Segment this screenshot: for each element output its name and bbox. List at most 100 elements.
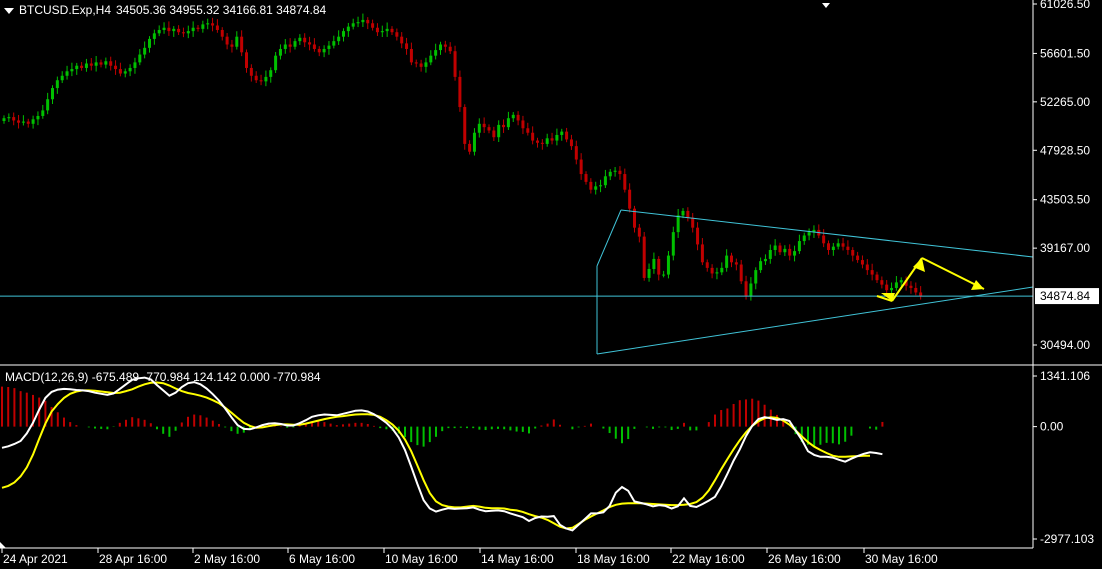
candle-body xyxy=(109,61,113,66)
time-tick-label: 30 May 16:00 xyxy=(865,552,938,566)
candle-body xyxy=(768,250,772,259)
price-tick-label: 43503.50 xyxy=(1040,193,1090,207)
candle-body xyxy=(875,274,879,281)
candle-body xyxy=(196,27,200,29)
candle-body xyxy=(429,55,433,63)
candle-body xyxy=(409,48,413,63)
candle-body xyxy=(235,36,239,47)
time-tick-label: 2 May 16:00 xyxy=(194,552,260,566)
candle-body xyxy=(870,270,874,275)
time-tick-label: 26 May 16:00 xyxy=(768,552,841,566)
candle-body xyxy=(671,232,675,256)
candle-body xyxy=(215,25,219,30)
candle-body xyxy=(293,41,297,47)
time-tick-label: 6 May 16:00 xyxy=(289,552,355,566)
candle-body xyxy=(380,31,384,33)
candle-body xyxy=(230,44,234,47)
candle-body xyxy=(502,124,506,128)
candle-body xyxy=(730,255,733,263)
candle-body xyxy=(419,63,423,67)
candle-body xyxy=(778,245,782,253)
ohlc-label: 34505.36 34955.32 34166.81 34874.84 xyxy=(116,3,327,17)
time-axis: 24 Apr 2021 28 Apr 16:00 2 May 16:00 6 May … xyxy=(1,548,938,566)
candle-body xyxy=(506,118,510,128)
candle-body xyxy=(603,176,607,186)
candle-body xyxy=(424,62,428,67)
candle-body xyxy=(797,241,801,252)
candle-body xyxy=(36,115,40,120)
candle-body xyxy=(21,121,25,123)
candle-body xyxy=(463,107,467,144)
candle-body xyxy=(46,99,50,111)
candle-body xyxy=(628,189,632,209)
candle-body xyxy=(841,243,845,247)
candle-body xyxy=(477,123,481,133)
candle-body xyxy=(657,258,661,275)
time-tick-label: 24 Apr 2021 xyxy=(3,552,68,566)
candle-body xyxy=(899,280,903,283)
candle-body xyxy=(308,42,312,45)
price-tick-label: 34874.84 xyxy=(1040,289,1090,303)
candle-body xyxy=(51,88,54,100)
candle-body xyxy=(565,131,569,140)
candle-body xyxy=(2,118,6,122)
candle-body xyxy=(371,23,375,28)
price-pane[interactable]: BTCUSD.Exp,H4 34505.36 34955.32 34166.81… xyxy=(0,0,1099,364)
candle-body xyxy=(545,138,549,144)
candle-body xyxy=(453,51,457,77)
macd-pane[interactable]: MACD(12,26,9) -675.489 -770.984 124.142 … xyxy=(1,369,1094,546)
price-tick-label: 39167.00 xyxy=(1040,241,1090,255)
candle-body xyxy=(342,31,345,37)
candle-body xyxy=(133,62,137,68)
candle-body xyxy=(846,246,850,251)
candle-body xyxy=(400,36,404,44)
candle-body xyxy=(254,75,258,81)
candle-body xyxy=(138,54,142,63)
candle-body xyxy=(317,48,321,53)
candle-body xyxy=(148,38,151,48)
chart-area[interactable]: BTCUSD.Exp,H4 34505.36 34955.32 34166.81… xyxy=(0,0,1102,569)
candle-body xyxy=(31,119,35,124)
candle-body xyxy=(114,65,118,70)
candle-body xyxy=(589,181,593,190)
candle-body xyxy=(666,255,670,275)
candle-body xyxy=(366,19,370,24)
candle-body xyxy=(550,138,554,141)
candle-body xyxy=(822,235,826,244)
candle-body xyxy=(739,264,743,282)
candle-body xyxy=(157,29,161,34)
candle-body xyxy=(526,128,530,133)
candle-body xyxy=(346,26,350,32)
candle-body xyxy=(351,23,355,27)
candle-body xyxy=(715,272,719,274)
candle-body xyxy=(211,23,215,26)
candle-body xyxy=(662,274,666,276)
candle-body xyxy=(26,121,30,124)
candle-body xyxy=(691,217,695,228)
macd-main-line xyxy=(1,376,883,532)
candle-body xyxy=(613,170,617,172)
candle-body xyxy=(734,262,738,265)
candle-body xyxy=(274,55,278,71)
candle-body xyxy=(497,124,501,138)
candle-body xyxy=(894,282,898,288)
candle-body xyxy=(162,27,166,30)
candle-body xyxy=(637,227,641,237)
candle-body xyxy=(744,281,748,296)
candle-body xyxy=(599,185,603,187)
candle-body xyxy=(201,24,205,29)
candle-body xyxy=(172,28,176,32)
candle-body xyxy=(80,65,84,68)
candle-body xyxy=(375,27,379,33)
symbol-label: BTCUSD.Exp,H4 xyxy=(19,3,111,17)
candle-body xyxy=(269,70,273,77)
candle-body xyxy=(540,142,544,144)
candle-body xyxy=(618,170,622,175)
candle-body xyxy=(390,28,394,33)
price-tick-label: 52265.00 xyxy=(1040,95,1090,109)
candle-body xyxy=(919,292,923,296)
candle-body xyxy=(851,250,855,256)
candle-body xyxy=(89,63,93,66)
candle-body xyxy=(725,255,729,268)
candle-body xyxy=(181,32,185,34)
